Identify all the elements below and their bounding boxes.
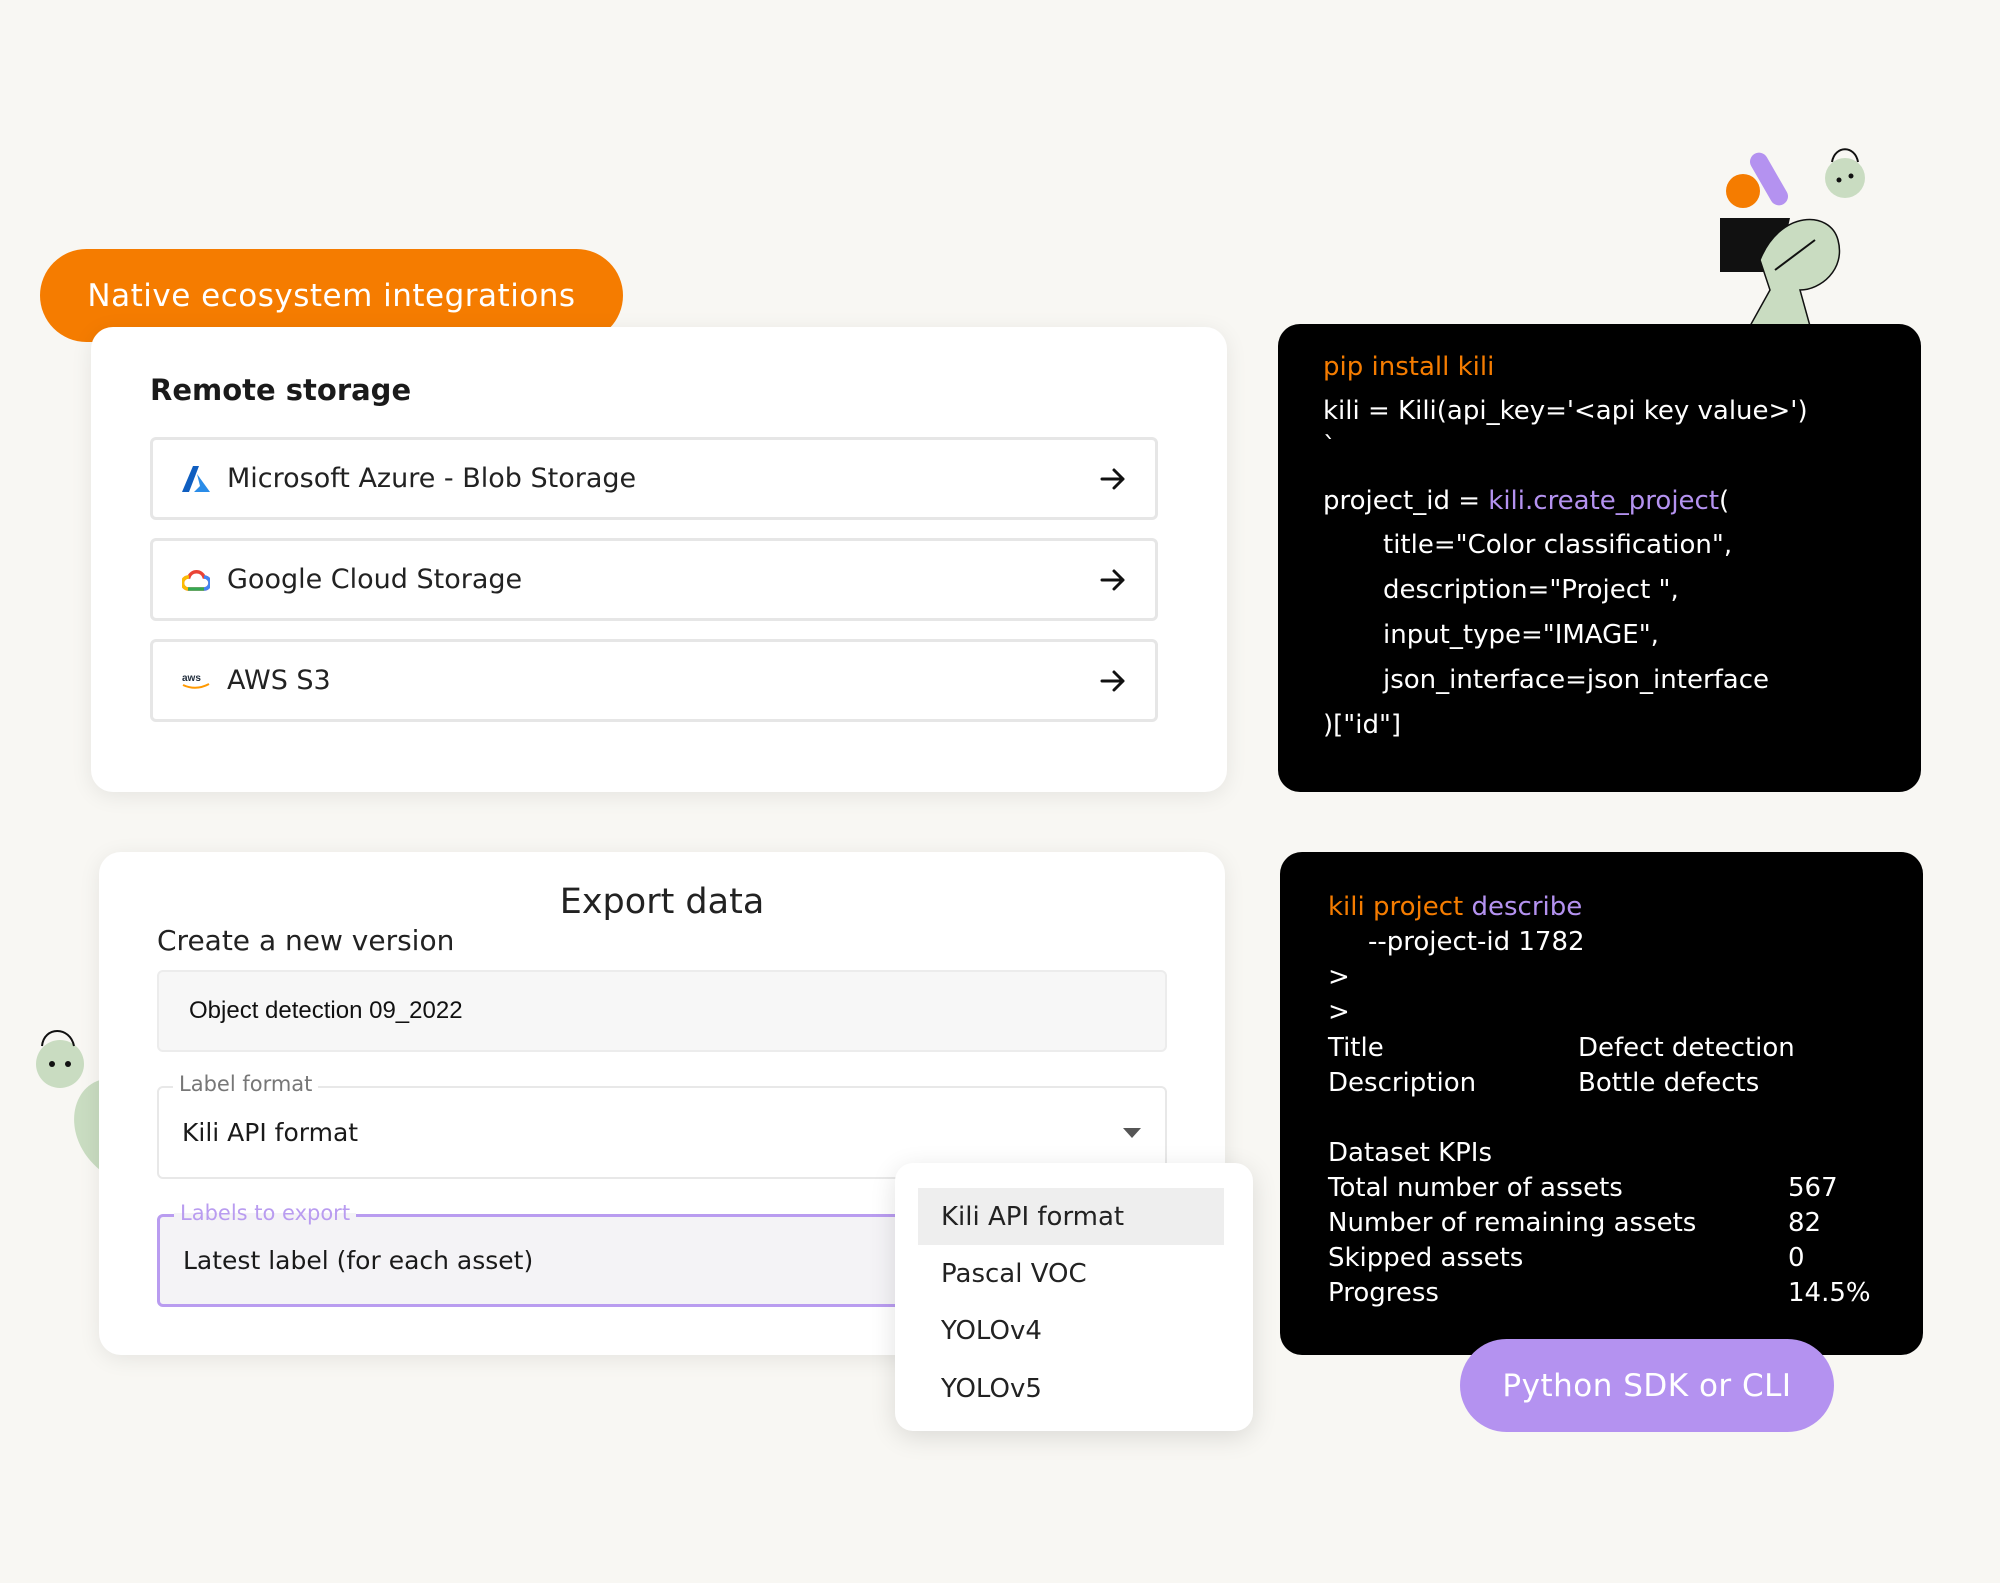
cli-command-line: kili project describe [1328, 892, 1582, 922]
cli-kpi-key: Total number of assets [1328, 1173, 1623, 1203]
dropdown-option-pascal-voc[interactable]: Pascal VOC [918, 1245, 1224, 1302]
code-line-json-interface: json_interface=json_interface [1383, 665, 1770, 695]
character-illustration-top [1720, 148, 1865, 326]
cli-value: Defect detection [1578, 1033, 1795, 1063]
code-token: project_id = [1323, 486, 1489, 516]
cli-command: kili project [1328, 892, 1472, 922]
code-line-title: title="Color classification", [1383, 530, 1733, 560]
cli-kpi-value: 0 [1788, 1243, 1805, 1273]
azure-icon [181, 464, 211, 494]
arrow-right-icon[interactable] [1099, 667, 1127, 695]
dropdown-option-yolov4[interactable]: YOLOv4 [918, 1302, 1224, 1359]
sdk-badge-label: Python SDK or CLI [1502, 1367, 1792, 1404]
code-line-kili-init: kili = Kili(api_key='<api key value>') [1323, 396, 1808, 426]
cli-kpi-key: Progress [1328, 1278, 1439, 1308]
label-format-label: Label format [173, 1072, 319, 1096]
cli-prompt: > [1328, 962, 1350, 992]
code-line-backtick: ` [1323, 432, 1336, 462]
code-line-input-type: input_type="IMAGE", [1383, 620, 1659, 650]
integrations-badge-label: Native ecosystem integrations [87, 277, 576, 314]
code-token: ( [1719, 486, 1730, 516]
cli-key: Description [1328, 1068, 1477, 1098]
label-format-value: Kili API format [182, 1118, 359, 1147]
cli-output-block: kili project describe --project-id 1782 … [1280, 852, 1923, 1355]
labels-to-export-value: Latest label (for each asset) [183, 1246, 534, 1275]
cli-kpi-value: 82 [1788, 1208, 1822, 1238]
code-line-description: description="Project ", [1383, 575, 1679, 605]
python-sdk-code-block: pip install kili kili = Kili(api_key='<a… [1278, 324, 1921, 792]
sdk-badge: Python SDK or CLI [1460, 1339, 1834, 1432]
storage-item-label: Google Cloud Storage [227, 564, 523, 595]
code-line-pip: pip install kili [1323, 352, 1495, 382]
storage-item-azure[interactable]: Microsoft Azure - Blob Storage [150, 437, 1158, 520]
code-line-create-project: project_id = kili.create_project( [1323, 486, 1729, 516]
caret-down-icon[interactable] [1123, 1128, 1141, 1138]
version-name-input[interactable]: Object detection 09_2022 [157, 970, 1167, 1052]
cli-kpi-title: Dataset KPIs [1328, 1138, 1493, 1168]
cli-key: Title [1328, 1033, 1384, 1063]
cli-argument: --project-id 1782 [1368, 927, 1585, 957]
remote-storage-title: Remote storage [150, 373, 412, 407]
labels-to-export-label: Labels to export [174, 1201, 357, 1225]
arrow-right-icon[interactable] [1099, 566, 1127, 594]
storage-item-label: AWS S3 [227, 665, 331, 696]
storage-item-aws-s3[interactable]: aws AWS S3 [150, 639, 1158, 722]
code-line-id: )["id"] [1323, 710, 1402, 740]
arrow-right-icon[interactable] [1099, 465, 1127, 493]
storage-item-label: Microsoft Azure - Blob Storage [227, 463, 637, 494]
cli-kpi-key: Number of remaining assets [1328, 1208, 1697, 1238]
svg-text:aws: aws [182, 673, 201, 684]
cli-subcommand: describe [1471, 892, 1583, 922]
export-title: Export data [559, 882, 765, 922]
cli-prompt: > [1328, 997, 1350, 1027]
label-format-dropdown: Kili API format Pascal VOC YOLOv4 YOLOv5 [895, 1163, 1253, 1431]
dropdown-option-kili-api[interactable]: Kili API format [918, 1188, 1224, 1245]
cli-kpi-key: Skipped assets [1328, 1243, 1524, 1273]
character-illustration-left [36, 1030, 100, 1170]
google-cloud-icon [181, 565, 211, 595]
storage-item-google-cloud[interactable]: Google Cloud Storage [150, 538, 1158, 621]
cli-kpi-value: 14.5% [1788, 1278, 1871, 1308]
cli-value: Bottle defects [1578, 1068, 1760, 1098]
version-name-value: Object detection 09_2022 [189, 997, 463, 1024]
dropdown-option-yolov5[interactable]: YOLOv5 [918, 1360, 1224, 1417]
remote-storage-card: Remote storage Microsoft Azure - Blob St… [91, 327, 1227, 792]
code-token-function: kili.create_project [1488, 486, 1720, 516]
cli-kpi-value: 567 [1788, 1173, 1838, 1203]
export-subtitle: Create a new version [157, 924, 455, 957]
aws-icon: aws [181, 666, 211, 696]
